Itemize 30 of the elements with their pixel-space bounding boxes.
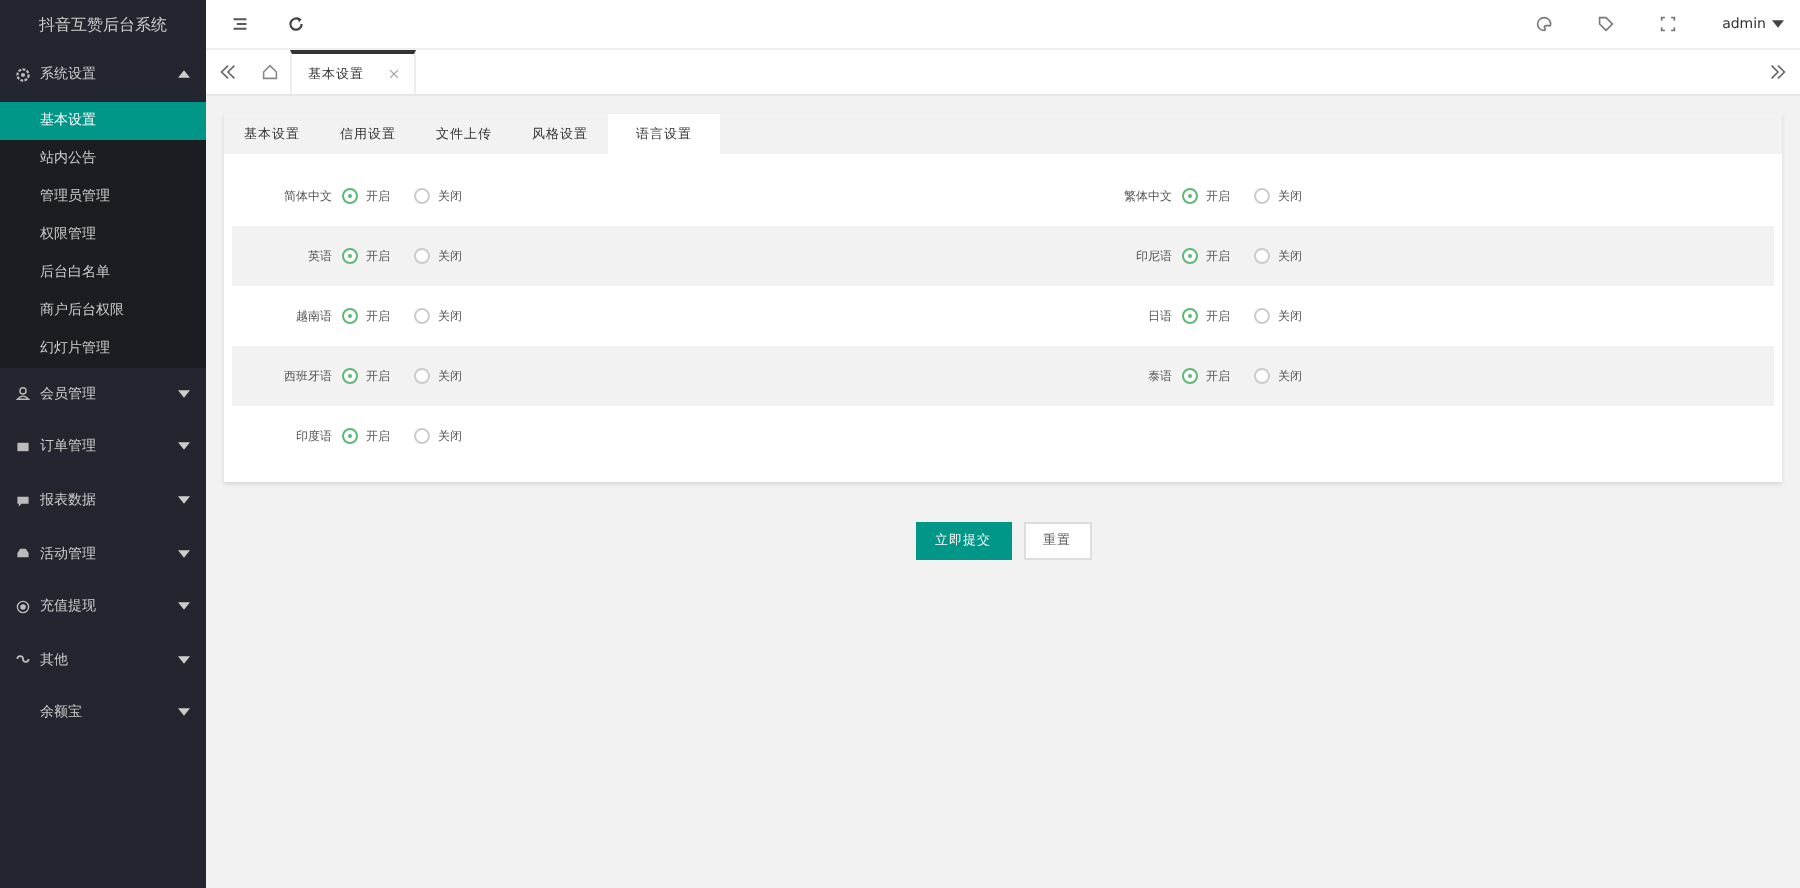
user-icon [16, 386, 30, 401]
radio-button[interactable] [414, 308, 430, 324]
radio-button[interactable] [414, 188, 430, 204]
radio-button[interactable] [1181, 248, 1198, 264]
radio-button[interactable] [342, 248, 358, 264]
fullscreen-icon[interactable] [1660, 16, 1677, 32]
radio-button[interactable] [342, 428, 358, 444]
menu-icon[interactable] [232, 16, 248, 32]
palette-icon[interactable] [1536, 16, 1553, 32]
radio-button[interactable] [342, 188, 358, 204]
radio-button[interactable] [414, 248, 430, 264]
gear-icon [16, 67, 30, 82]
refresh-icon[interactable] [288, 16, 304, 32]
chat-icon [16, 493, 30, 508]
radio-button[interactable] [342, 308, 358, 324]
radio-button[interactable] [1181, 368, 1198, 384]
radio-button[interactable] [1181, 308, 1198, 324]
radio-button[interactable] [1253, 368, 1270, 384]
caret-down-icon [1772, 20, 1784, 28]
radio-button[interactable] [414, 368, 430, 384]
coin-icon [16, 599, 30, 614]
radio-button[interactable] [414, 428, 430, 444]
radio-button[interactable] [1253, 308, 1270, 324]
radio-button[interactable] [1253, 188, 1270, 204]
close-icon[interactable] [390, 70, 398, 78]
radio-button[interactable] [1253, 248, 1270, 264]
app-title: 抖音互赞后台系统 [37, 13, 169, 37]
tag-icon[interactable] [1598, 16, 1615, 32]
radio-button[interactable] [1181, 188, 1198, 204]
radio-button[interactable] [342, 368, 358, 384]
